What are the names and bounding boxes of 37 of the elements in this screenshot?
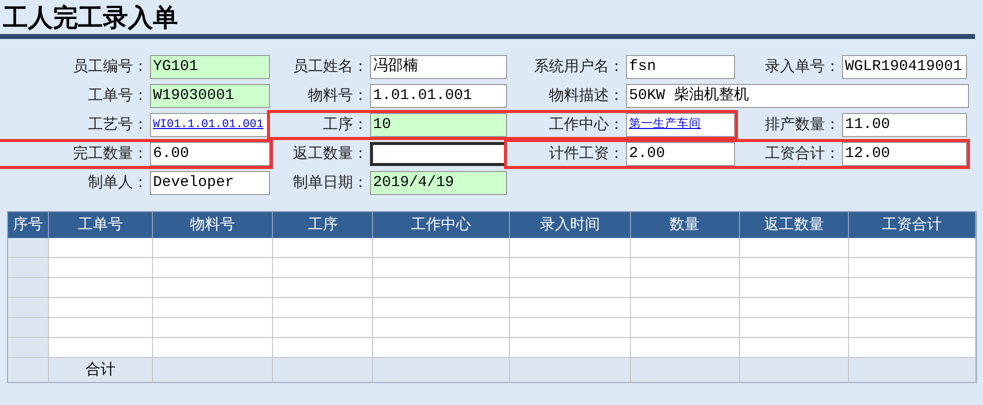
field-label: 工单号： xyxy=(88,86,148,106)
field-label: 员工姓名： xyxy=(293,56,368,77)
field-label: 返工数量： xyxy=(293,144,368,164)
field-label: 排产数量： xyxy=(765,114,840,135)
field-label: 工资合计： xyxy=(765,144,840,164)
field-label: 物料号： xyxy=(308,86,368,106)
input-field[interactable]: 50KW 柴油机整机 xyxy=(626,84,969,108)
field-link[interactable]: WI01.1.01.01.001 xyxy=(153,116,264,134)
input-field[interactable]: 11.00 xyxy=(842,113,967,137)
field-label: 工艺号： xyxy=(88,114,148,135)
input-field[interactable]: 6.00 xyxy=(150,142,270,166)
field-label: 计件工资： xyxy=(549,144,624,164)
input-field[interactable]: fsn xyxy=(626,55,735,79)
input-field[interactable]: 10 xyxy=(370,113,507,137)
field-label: 工序： xyxy=(323,114,368,135)
input-field[interactable] xyxy=(370,142,507,166)
input-field[interactable]: 第一生产车间 xyxy=(626,113,735,137)
field-link[interactable]: 第一生产车间 xyxy=(629,116,701,134)
input-field[interactable]: WGLR190419001 xyxy=(842,55,967,79)
input-field[interactable]: 2.00 xyxy=(626,142,735,166)
input-field[interactable]: 2019/4/19 xyxy=(370,171,507,195)
input-field[interactable]: YG101 xyxy=(150,55,270,79)
input-field[interactable]: 冯邵楠 xyxy=(370,55,507,79)
input-field[interactable]: WI01.1.01.01.001 xyxy=(150,113,270,137)
field-label: 制单人： xyxy=(88,172,148,193)
field-label: 录入单号： xyxy=(765,56,840,77)
field-label: 工作中心： xyxy=(549,114,624,135)
input-field[interactable]: 12.00 xyxy=(842,142,967,166)
field-label: 制单日期： xyxy=(293,172,368,193)
form-title: 工人完工录入单 xyxy=(3,3,179,34)
field-label: 物料描述： xyxy=(549,86,624,106)
field-label: 完工数量： xyxy=(73,144,148,164)
field-label: 员工编号： xyxy=(73,56,148,77)
input-field[interactable]: 1.01.01.001 xyxy=(370,84,507,108)
input-field[interactable]: W19030001 xyxy=(150,84,270,108)
input-field[interactable]: Developer xyxy=(150,171,270,195)
field-label: 系统用户名： xyxy=(534,56,624,77)
